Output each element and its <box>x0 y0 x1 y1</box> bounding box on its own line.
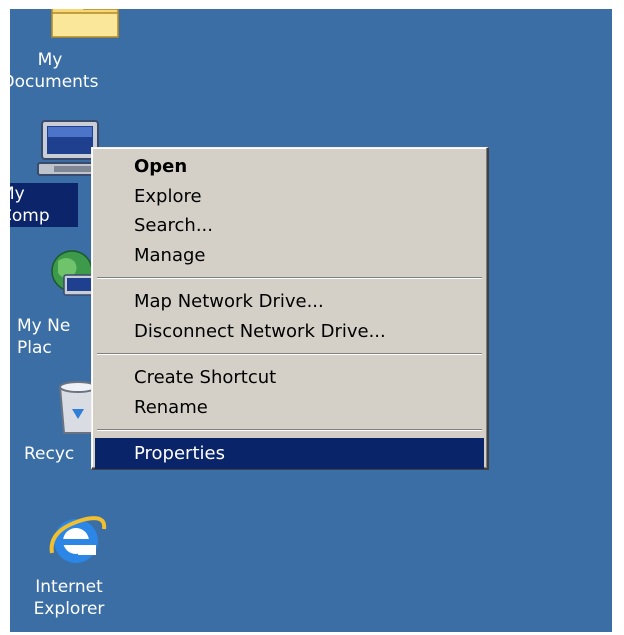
desktop-icon-internet-explorer[interactable]: Internet Explorer <box>14 576 124 620</box>
menu-item-manage[interactable]: Manage <box>95 241 484 270</box>
menu-item-create-shortcut[interactable]: Create Shortcut <box>95 363 484 392</box>
context-menu[interactable]: Open Explore Search... Manage Map Networ… <box>91 147 489 470</box>
desktop-icon-label: Recyc <box>24 444 75 464</box>
internet-explorer-icon[interactable] <box>46 509 108 569</box>
desktop-icon-recycle-bin[interactable]: Recyc <box>22 443 102 465</box>
desktop-icon-label: My Ne Plac <box>17 316 71 358</box>
menu-item-explore[interactable]: Explore <box>95 182 484 211</box>
desktop-icon-label: Internet Explorer <box>33 577 105 619</box>
desktop-icon-my-network-places[interactable]: My Ne Plac <box>15 315 95 359</box>
desktop-icon-my-computer[interactable]: My Comp <box>10 183 78 227</box>
menu-separator <box>97 353 482 355</box>
desktop-icon-label: My Documents <box>10 50 99 92</box>
desktop-icon-my-documents[interactable]: My Documents <box>10 49 105 93</box>
menu-item-map-network-drive[interactable]: Map Network Drive... <box>95 287 484 316</box>
menu-separator <box>97 429 482 431</box>
desktop-icon-label: My Comp <box>10 183 78 227</box>
menu-item-disconnect-network-drive[interactable]: Disconnect Network Drive... <box>95 317 484 346</box>
folder-icon[interactable] <box>48 9 126 41</box>
menu-item-search[interactable]: Search... <box>95 211 484 240</box>
menu-item-open[interactable]: Open <box>95 152 484 181</box>
menu-item-properties[interactable]: Properties <box>95 438 484 469</box>
menu-item-rename[interactable]: Rename <box>95 393 484 422</box>
menu-separator <box>97 277 482 279</box>
